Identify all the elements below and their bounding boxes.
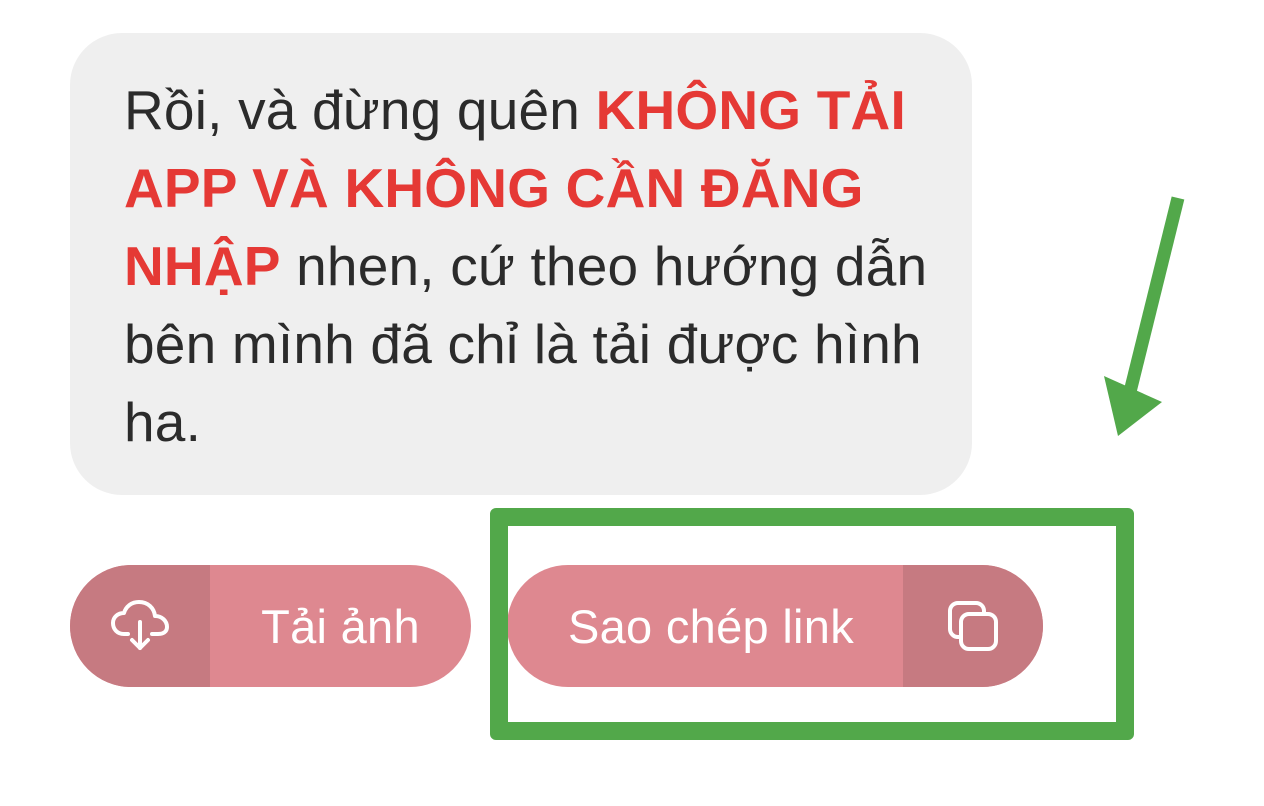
annotation-highlight-box — [490, 508, 1134, 740]
download-icon-cell — [70, 565, 210, 687]
download-image-button[interactable]: Tải ảnh — [70, 565, 471, 687]
chat-screen: Rồi, và đừng quên KHÔNG TẢI APP VÀ KHÔNG… — [0, 0, 1264, 806]
annotation-arrow-icon — [1104, 196, 1185, 436]
message-text: Rồi, và đừng quên KHÔNG TẢI APP VÀ KHÔNG… — [124, 71, 932, 461]
download-button-label: Tải ảnh — [261, 599, 420, 653]
message-bubble: Rồi, và đừng quên KHÔNG TẢI APP VÀ KHÔNG… — [70, 33, 972, 495]
message-text-before: Rồi, và đừng quên — [124, 79, 596, 141]
cloud-download-icon — [111, 600, 169, 650]
